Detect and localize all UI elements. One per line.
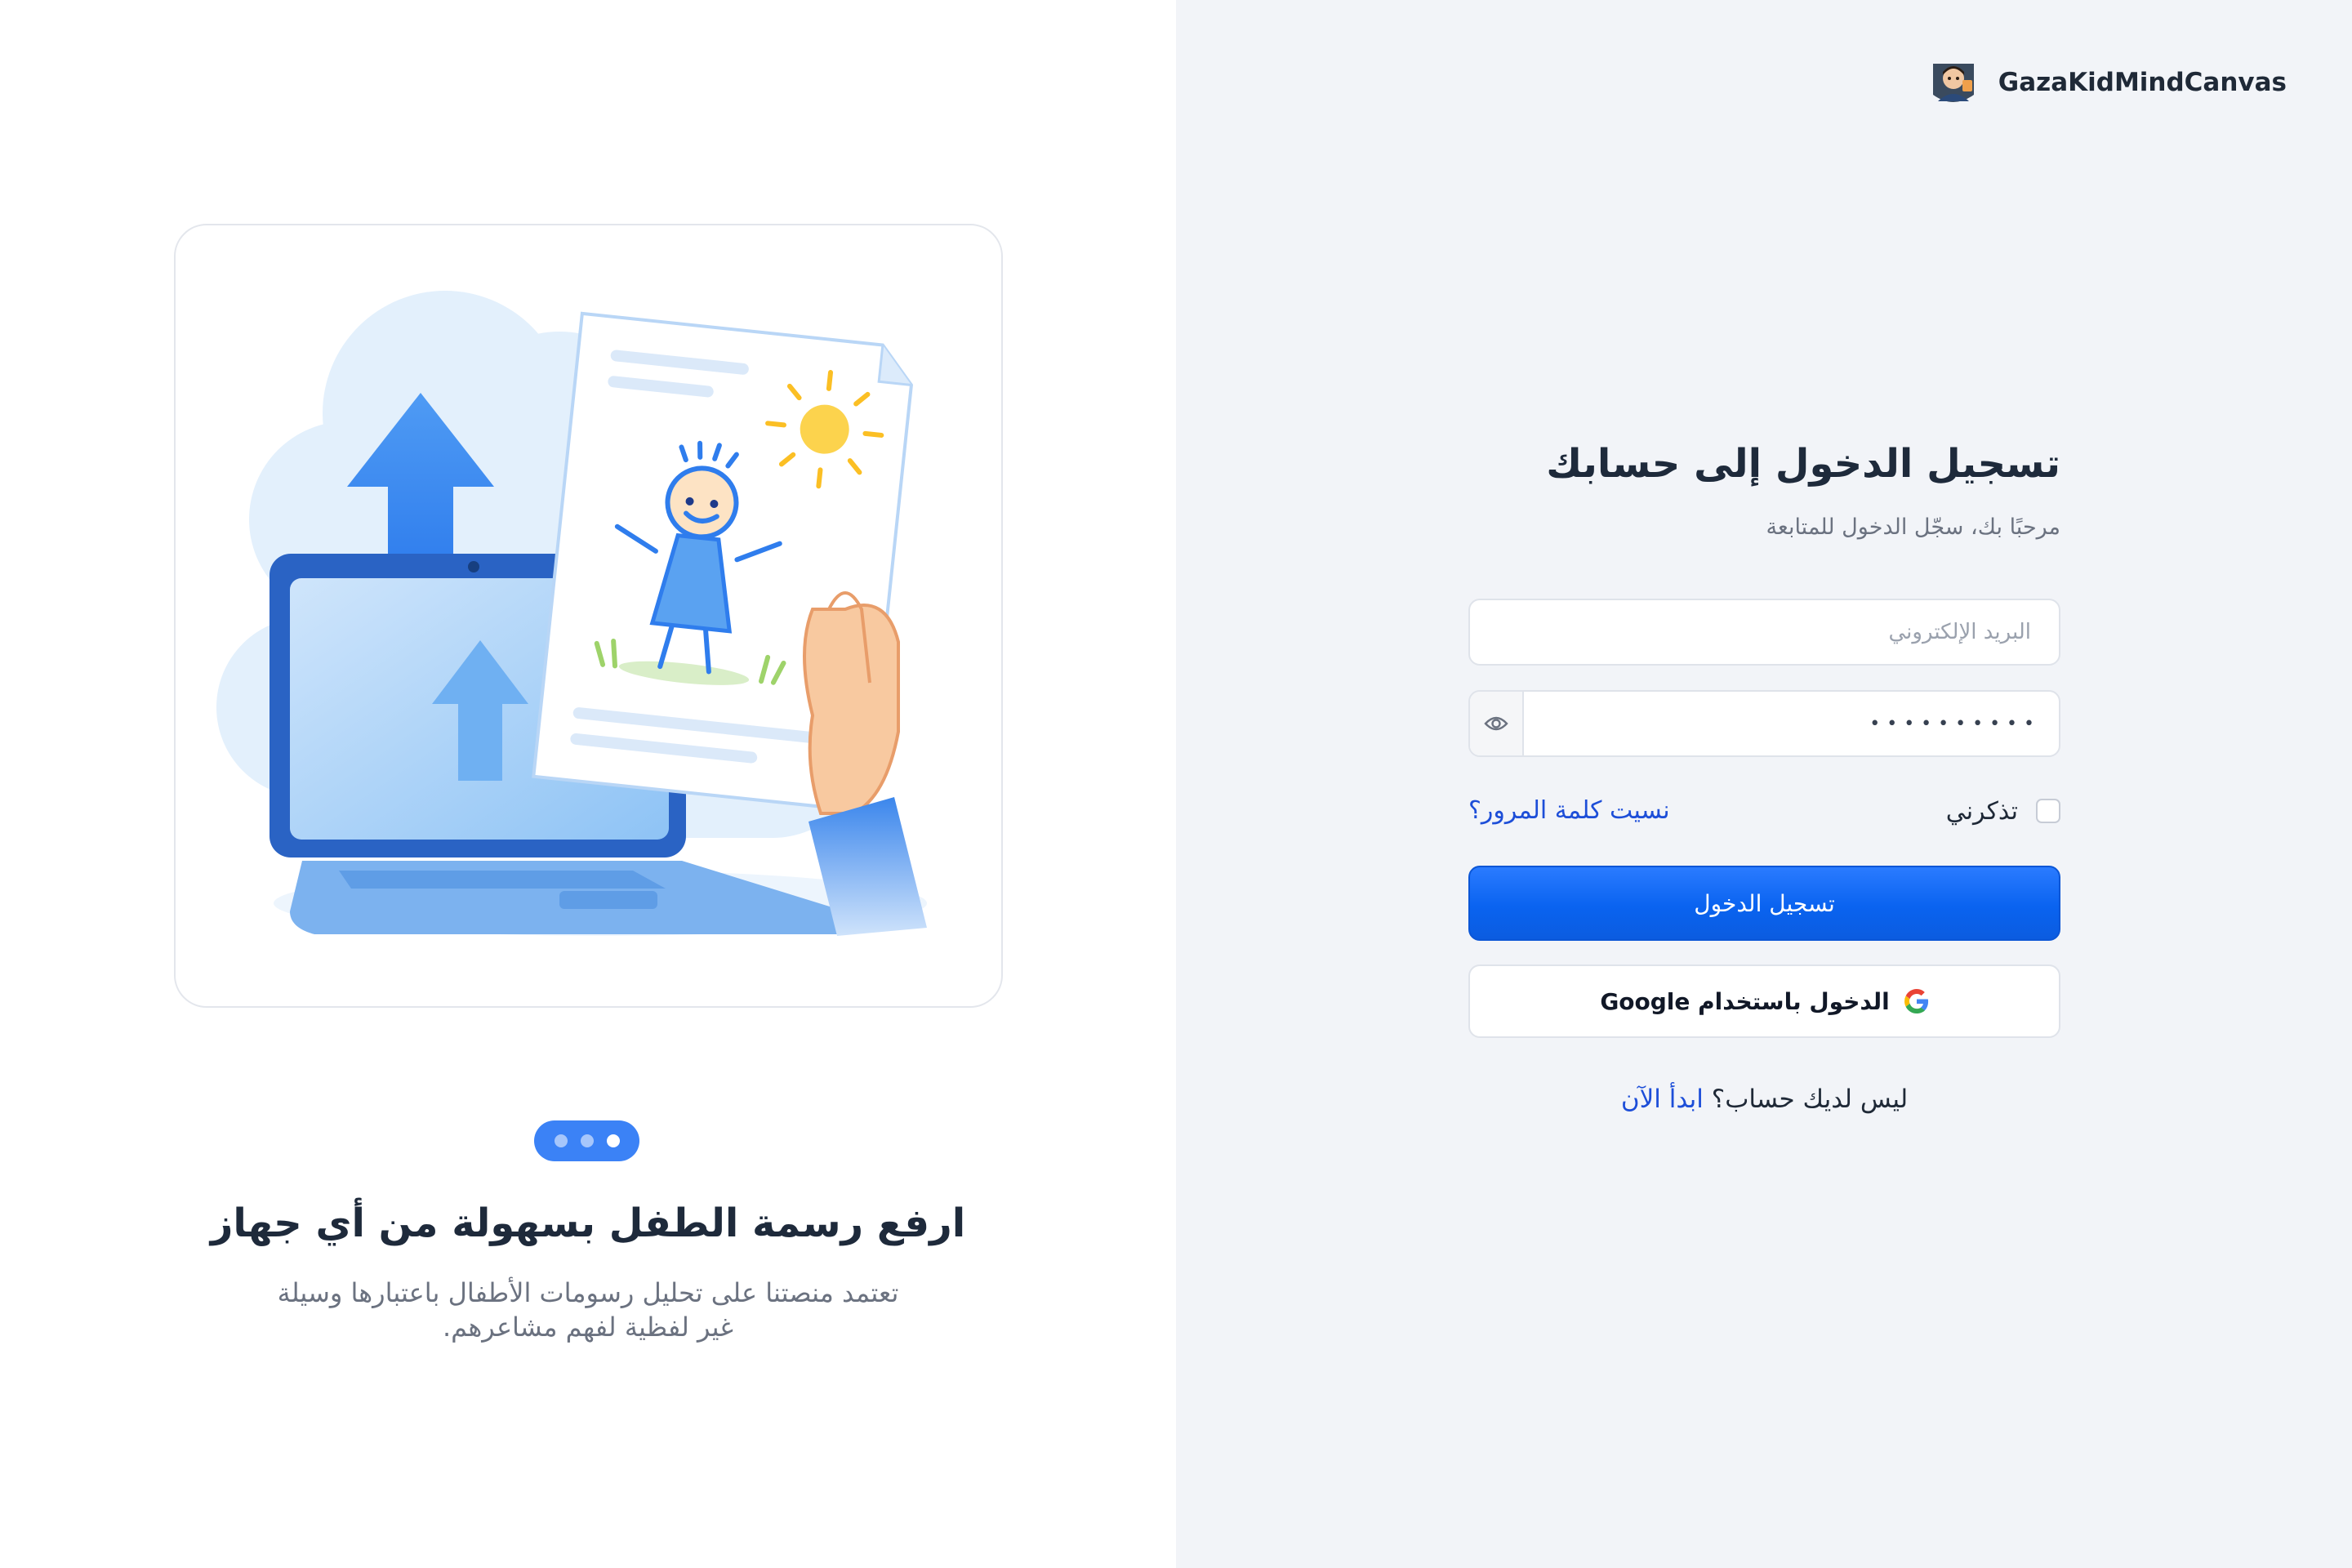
signup-link[interactable]: ابدأ الآن (1621, 1085, 1704, 1114)
email-field-wrapper (1468, 599, 2060, 666)
signup-prompt: ليس لديك حساب؟ ابدأ الآن (1468, 1085, 2060, 1114)
carousel-dots (534, 1120, 639, 1161)
intro-panel: ارفع رسمة الطفل بسهولة من أي جهاز تعتمد … (0, 0, 1176, 1568)
login-button[interactable]: تسجيل الدخول (1468, 866, 2060, 941)
google-login-button[interactable]: الدخول باستخدام Google (1468, 964, 2060, 1038)
avatar-logo-icon (1932, 64, 1974, 102)
carousel-dot[interactable] (554, 1134, 568, 1147)
login-panel: GazaKidMindCanvas تسجيل الدخول إلى حسابك… (1176, 0, 2352, 1568)
remember-checkbox[interactable] (2036, 799, 2060, 823)
forgot-password-link[interactable]: نسيت كلمة المرور؟ (1468, 791, 1670, 831)
carousel-dot[interactable] (580, 1134, 594, 1147)
login-subtitle: مرحبًا بك، سجّل الدخول للمتابعة (1766, 514, 2060, 540)
email-field[interactable] (1470, 600, 2059, 664)
remember-row: تذكرني نسيت كلمة المرور؟ (1468, 791, 2060, 831)
google-icon (1904, 989, 1928, 1013)
password-field-wrapper (1468, 690, 2060, 757)
password-toggle-button[interactable] (1470, 692, 1524, 755)
carousel-dot-active[interactable] (606, 1134, 620, 1147)
no-account-text: ليس لديك حساب؟ (1711, 1085, 1909, 1114)
brand[interactable]: GazaKidMindCanvas (1927, 54, 2287, 111)
brand-name: GazaKidMindCanvas (1998, 68, 2287, 97)
remember-me[interactable]: تذكرني (1946, 791, 2060, 831)
login-title: تسجيل الدخول إلى حسابك (1546, 441, 2060, 487)
slide-description: تعتمد منصتنا على تحليل رسومات الأطفال با… (277, 1277, 899, 1343)
illustration-card (174, 224, 1003, 1008)
eye-icon (1484, 716, 1508, 731)
remember-label: تذكرني (1945, 796, 2018, 826)
slide-title: ارفع رسمة الطفل بسهولة من أي جهاز (210, 1200, 966, 1246)
upload-drawing-illustration (216, 291, 927, 936)
password-field[interactable] (1524, 692, 2059, 755)
google-login-label: الدخول باستخدام Google (1600, 987, 1890, 1015)
